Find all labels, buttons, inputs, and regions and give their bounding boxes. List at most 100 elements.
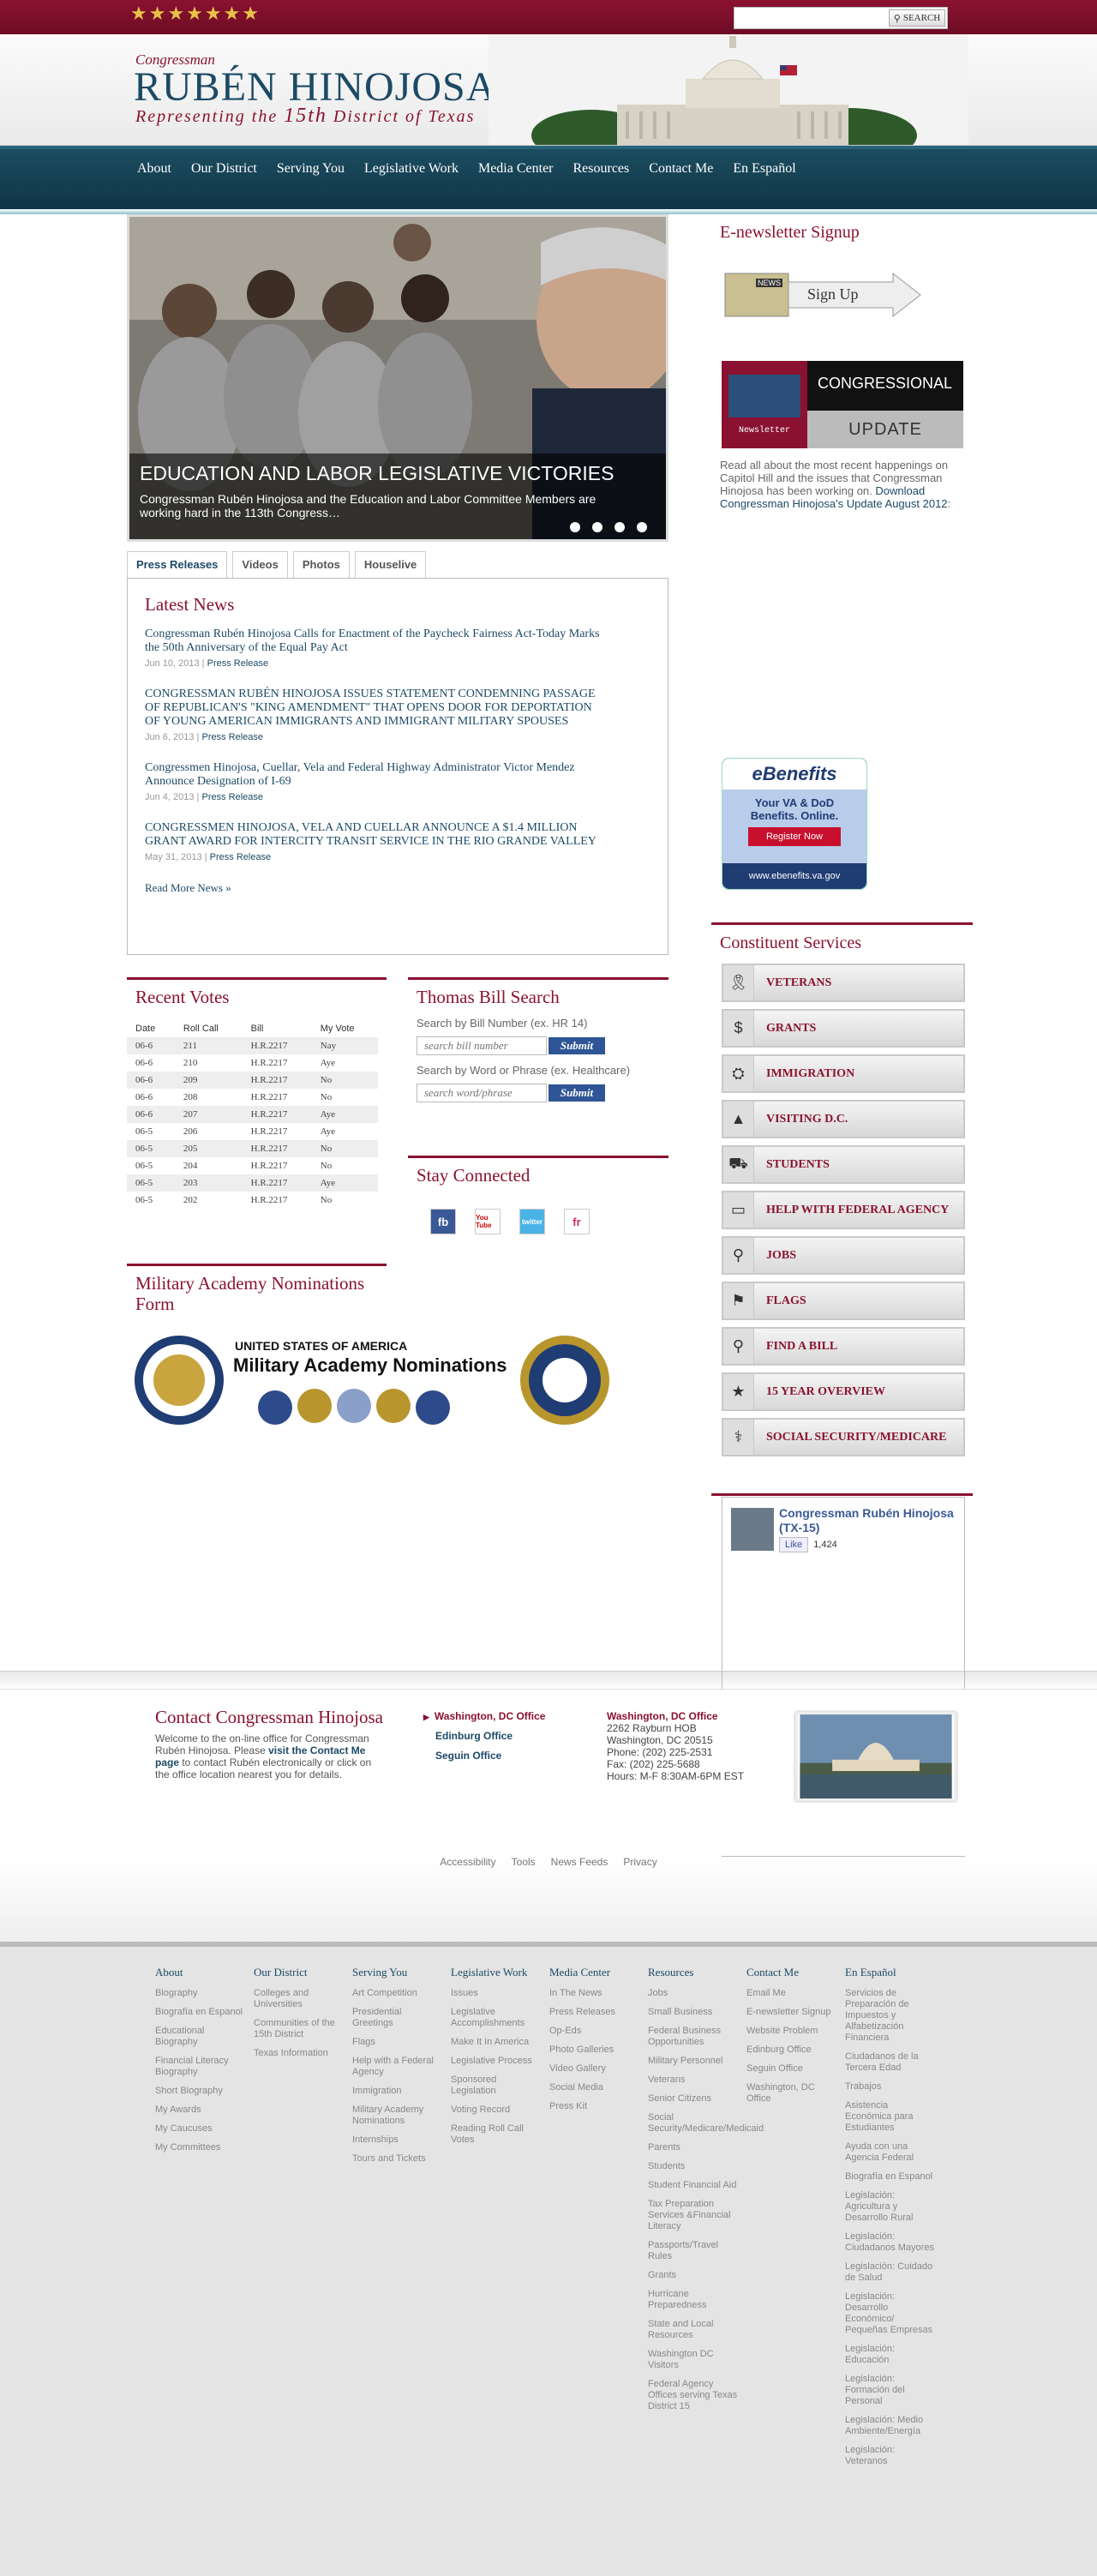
bill-word-submit-button[interactable]: Submit	[548, 1084, 605, 1102]
facebook-icon[interactable]: fb	[430, 1209, 456, 1234]
sitemap-link[interactable]: Video Gallery	[549, 2063, 639, 2075]
sitemap-heading[interactable]: En Español	[845, 1966, 935, 1979]
sitemap-link[interactable]: Communities of the 15th District	[254, 2018, 344, 2040]
tab-houselive[interactable]: Houselive	[354, 551, 427, 579]
vote-bill[interactable]: H.R.2217	[243, 1192, 312, 1209]
military-nominations-banner[interactable]: UNITED STATES OF AMERICA Military Academ…	[132, 1334, 612, 1426]
sitemap-link[interactable]: Colleges and Universities	[254, 1988, 344, 2010]
service-button-find-a-bill[interactable]: ⚲ FIND A BILL	[722, 1327, 965, 1366]
hero-slider[interactable]: EDUCATION AND LABOR LEGISLATIVE VICTORIE…	[127, 214, 668, 542]
service-button-flags[interactable]: ⚑ FLAGS	[722, 1282, 965, 1320]
sitemap-link[interactable]: Social Security/Medicare/Medicaid	[648, 2112, 764, 2135]
footer-privacy[interactable]: Privacy	[623, 1856, 656, 1942]
tab-videos[interactable]: Videos	[232, 551, 288, 579]
sitemap-heading[interactable]: Media Center	[549, 1966, 639, 1979]
sitemap-link[interactable]: Reading Roll Call Votes	[451, 2123, 541, 2146]
nav-media-center[interactable]: Media Center	[478, 161, 554, 177]
sitemap-link[interactable]: Legislación: Formación del Personal	[845, 2374, 935, 2407]
flickr-icon[interactable]: fr	[564, 1209, 590, 1234]
sitemap-link[interactable]: Trabajos	[845, 2081, 935, 2093]
sitemap-link[interactable]: Make It In America	[451, 2037, 541, 2048]
tab-photos[interactable]: Photos	[292, 551, 350, 579]
vote-roll-call[interactable]: 210	[175, 1054, 243, 1072]
nav-serving-you[interactable]: Serving You	[277, 161, 345, 177]
vote-bill[interactable]: H.R.2217	[242, 1140, 312, 1157]
sitemap-link[interactable]: Grants	[648, 2270, 738, 2281]
nav-about[interactable]: About	[137, 161, 171, 177]
nav-en-espanol[interactable]: En Español	[733, 161, 795, 177]
facebook-like-button[interactable]: Like	[779, 1537, 809, 1552]
sitemap-link[interactable]: Short Biography	[155, 2086, 245, 2097]
sitemap-link[interactable]: Legislación: Ciudadanos Mayores	[845, 2231, 935, 2254]
vote-roll-call[interactable]: 205	[174, 1140, 243, 1157]
sitemap-link[interactable]: Washington, DC Office	[746, 2082, 836, 2105]
sitemap-link[interactable]: Website Problem	[746, 2026, 836, 2037]
sitemap-link[interactable]: My Awards	[155, 2105, 245, 2116]
office-edinburg[interactable]: Edinburg Office	[435, 1730, 545, 1742]
sitemap-link[interactable]: Washington DC Visitors	[648, 2349, 738, 2371]
sitemap-link[interactable]: Asistencia Económica para Estudiantes	[845, 2100, 935, 2134]
sitemap-link[interactable]: Sponsored Legislation	[451, 2075, 541, 2097]
sitemap-link[interactable]: Art Competition	[352, 1988, 442, 1999]
vote-roll-call[interactable]: 211	[174, 1037, 243, 1054]
nav-legislative-work[interactable]: Legislative Work	[364, 161, 459, 177]
slider-dot[interactable]	[637, 522, 647, 532]
sitemap-link[interactable]: Educational Biography	[155, 2026, 245, 2048]
sitemap-heading[interactable]: Legislative Work	[451, 1966, 541, 1979]
sitemap-link[interactable]: Senior Citizens	[648, 2093, 738, 2105]
service-button-visiting-d-c-[interactable]: ▲ VISITING D.C.	[722, 1100, 965, 1138]
youtube-icon[interactable]: You Tube	[475, 1209, 501, 1234]
footer-tools[interactable]: Tools	[512, 1856, 536, 1942]
slider-dot[interactable]	[614, 522, 625, 532]
vote-bill[interactable]: H.R.2217	[242, 1174, 312, 1192]
sitemap-link[interactable]: Students	[648, 2161, 738, 2172]
sitemap-link[interactable]: Tax Preparation Services &Financial Lite…	[648, 2199, 738, 2232]
sitemap-link[interactable]: Biografía en Espanol	[155, 2007, 245, 2018]
sitemap-link[interactable]: In The News	[549, 1988, 639, 1999]
sitemap-link[interactable]: Legislative Process	[451, 2056, 541, 2067]
footer-accessibility[interactable]: Accessibility	[440, 1856, 495, 1942]
sitemap-link[interactable]: Ayuda con una Agencia Federal	[845, 2141, 935, 2164]
news-item-title[interactable]: CONGRESSMEN HINOJOSA, VELA AND CUELLAR A…	[145, 821, 608, 849]
sitemap-link[interactable]: Hurricane Preparedness	[648, 2289, 738, 2311]
vote-roll-call[interactable]: 206	[175, 1123, 243, 1140]
sitemap-heading[interactable]: Serving You	[352, 1966, 442, 1979]
sitemap-link[interactable]: Jobs	[648, 1988, 738, 1999]
news-item-category[interactable]: Press Release	[210, 852, 272, 862]
read-more-news-link[interactable]: Read More News »	[145, 881, 650, 895]
vote-bill[interactable]: H.R.2217	[243, 1054, 312, 1072]
sitemap-link[interactable]: Help with a Federal Agency	[352, 2056, 442, 2078]
vote-bill[interactable]: H.R.2217	[242, 1072, 312, 1089]
service-button-15-year-overview[interactable]: ★ 15 YEAR OVERVIEW	[722, 1372, 965, 1411]
tab-press-releases[interactable]: Press Releases	[127, 551, 228, 579]
vote-roll-call[interactable]: 207	[174, 1106, 243, 1123]
office-washington[interactable]: ▶ Washington, DC Office	[423, 1710, 545, 1722]
sitemap-link[interactable]: Photo Galleries	[549, 2045, 639, 2056]
sitemap-link[interactable]: Small Business	[648, 2007, 738, 2018]
sitemap-heading[interactable]: Our District	[254, 1966, 344, 1979]
vote-bill[interactable]: H.R.2217	[243, 1089, 312, 1106]
sitemap-link[interactable]: Federal Agency Offices serving Texas Dis…	[648, 2379, 738, 2412]
sitemap-link[interactable]: Biografía en Espanol	[845, 2171, 935, 2183]
news-item-category[interactable]: Press Release	[201, 792, 263, 802]
sitemap-link[interactable]: Military Academy Nominations	[352, 2105, 442, 2127]
vote-bill[interactable]: H.R.2217	[243, 1157, 312, 1174]
vote-roll-call[interactable]: 202	[175, 1192, 243, 1209]
sitemap-link[interactable]: Op-Eds	[549, 2026, 639, 2037]
congressional-update-banner[interactable]: Newsletter CONGRESSIONAL UPDATE	[722, 361, 963, 448]
sitemap-link[interactable]: Immigration	[352, 2086, 442, 2097]
vote-roll-call[interactable]: 208	[175, 1089, 243, 1106]
sitemap-link[interactable]: Press Releases	[549, 2007, 639, 2018]
vote-bill[interactable]: H.R.2217	[242, 1106, 312, 1123]
sitemap-heading[interactable]: Contact Me	[746, 1966, 836, 1979]
sitemap-link[interactable]: Parents	[648, 2142, 738, 2153]
sitemap-link[interactable]: Federal Business Opportunities	[648, 2026, 738, 2048]
sitemap-link[interactable]: Financial Literacy Biography	[155, 2056, 245, 2078]
ebenefits-register-button[interactable]: Register Now	[748, 827, 841, 846]
footer-news-feeds[interactable]: News Feeds	[551, 1856, 608, 1942]
sitemap-link[interactable]: Tours and Tickets	[352, 2153, 442, 2165]
sitemap-link[interactable]: Student Financial Aid	[648, 2180, 738, 2191]
service-button-help-with-federal-agency[interactable]: ▭ HELP WITH FEDERAL AGENCY	[722, 1191, 965, 1229]
bill-word-input[interactable]	[417, 1084, 547, 1102]
sitemap-link[interactable]: Biography	[155, 1988, 245, 1999]
